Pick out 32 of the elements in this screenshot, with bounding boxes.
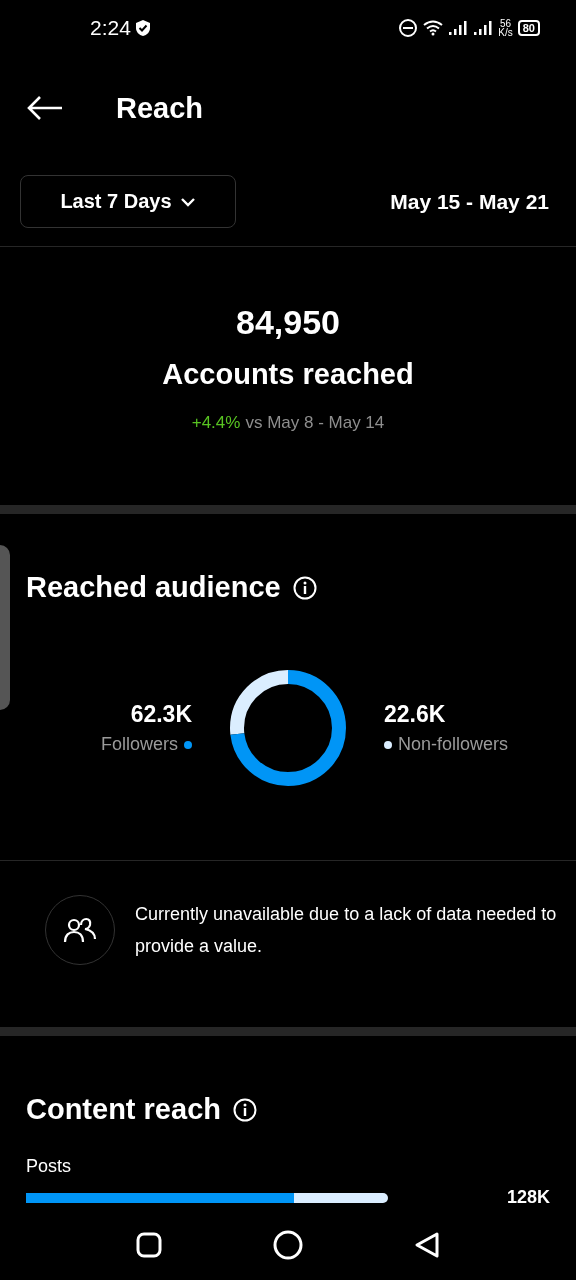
content-type-label: Posts — [26, 1156, 72, 1176]
notice-text: Currently unavailable due to a lack of data needed to provide a value. — [135, 903, 558, 958]
reach-value: 128K — [506, 1187, 550, 1208]
recent-apps-icon[interactable] — [135, 1231, 163, 1259]
chevron-down-icon — [179, 196, 196, 207]
section-title: Reached audience — [26, 571, 281, 604]
shield-icon — [134, 19, 151, 37]
back-icon[interactable] — [413, 1231, 441, 1259]
date-range-dropdown[interactable]: Last 7 Days — [20, 175, 236, 228]
home-icon[interactable] — [273, 1230, 303, 1260]
legend-label: Non-followers — [398, 734, 509, 755]
network-speed: 56 — [499, 19, 512, 28]
change-percent: +4.4% — [191, 413, 241, 433]
section-title: Content reach — [26, 1093, 221, 1126]
info-icon[interactable] — [233, 1097, 257, 1122]
wifi-icon — [423, 20, 444, 36]
back-arrow-icon[interactable] — [26, 95, 64, 121]
page-title: Reach — [116, 91, 204, 125]
battery-indicator: 80 — [517, 20, 540, 36]
do-not-disturb-icon — [398, 18, 419, 38]
comparison-period: vs May 8 - May 14 — [245, 413, 385, 433]
non-followers-count: 22.6K — [384, 701, 446, 728]
network-speed-unit: K/s — [498, 28, 513, 37]
followers-count: 62.3K — [130, 701, 192, 728]
info-icon[interactable] — [292, 575, 317, 600]
accounts-count: 84,950 — [236, 303, 340, 342]
date-range: May 15 - May 21 — [390, 189, 549, 214]
signal-icon — [448, 20, 469, 36]
summary-label: Accounts reached — [162, 358, 414, 391]
signal-icon — [473, 20, 494, 36]
legend-label: Followers — [100, 734, 178, 755]
clock: 2:24 — [90, 16, 131, 40]
